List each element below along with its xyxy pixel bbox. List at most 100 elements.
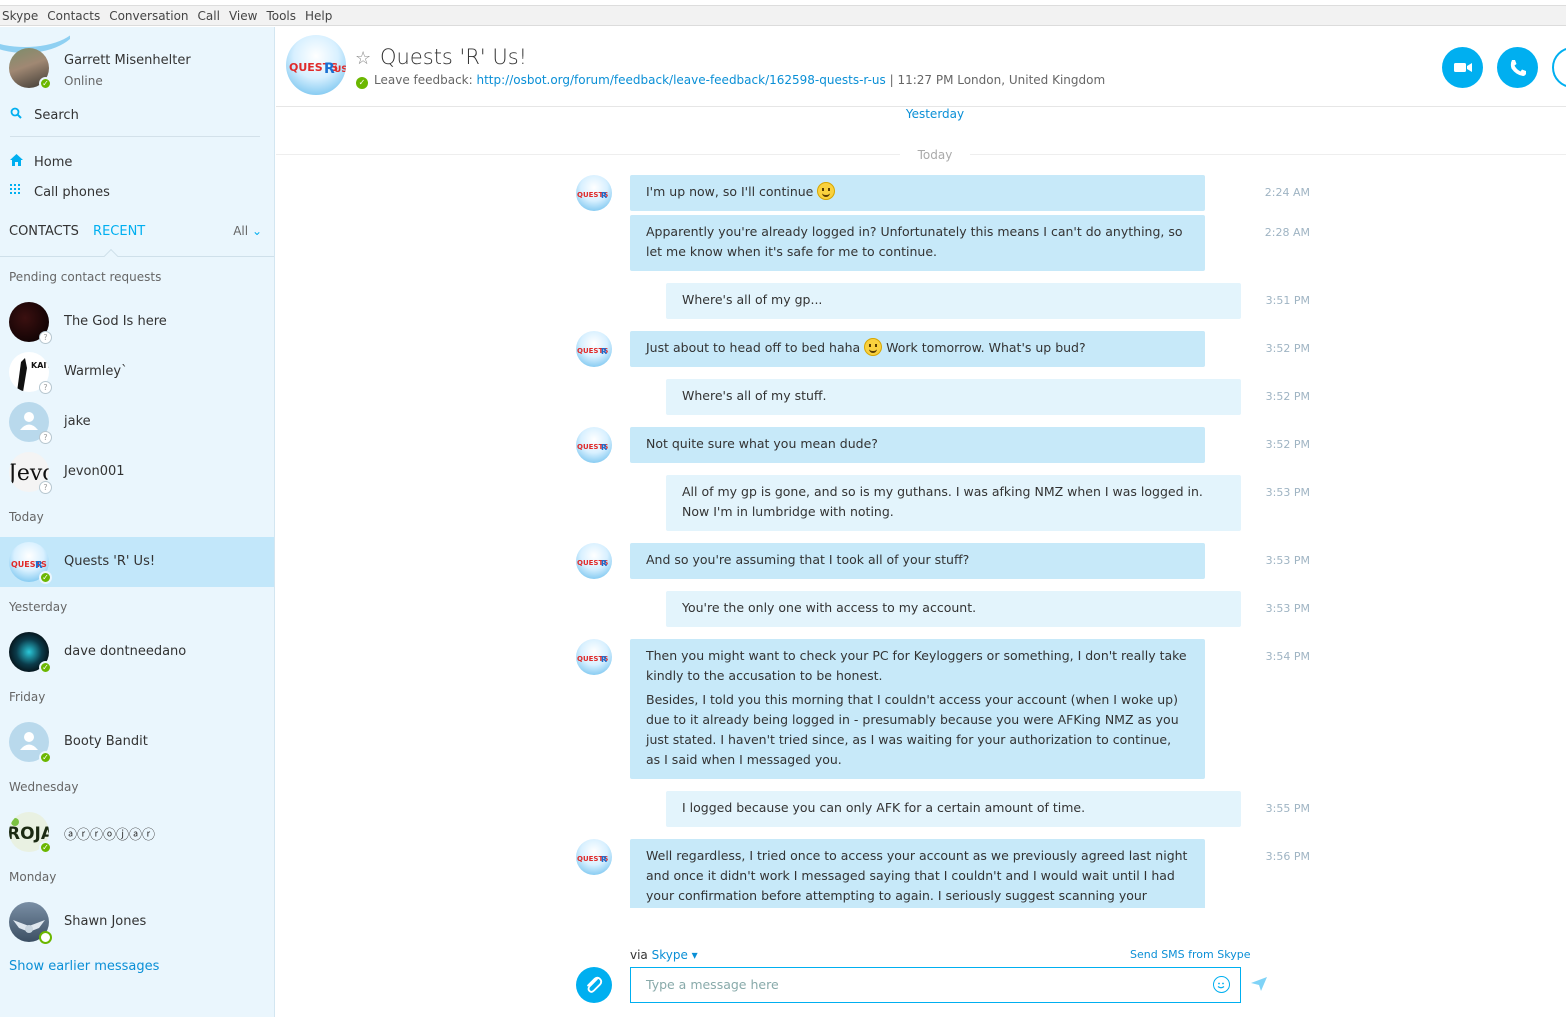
menu-help[interactable]: Help [303, 6, 339, 25]
contact-avatar: ✓ [9, 632, 52, 674]
message-bubble[interactable]: Just about to head off to bed haha Work … [630, 331, 1205, 367]
message-time: 3:52 PM [1265, 342, 1310, 355]
attach-button[interactable] [576, 967, 612, 1003]
mood-message: ✓ Leave feedback: http://osbot.org/forum/… [356, 73, 1105, 89]
message-text: Well regardless, I tried once to access … [646, 848, 1188, 915]
profile[interactable]: ✓ Garrett Misenhelter Online [9, 48, 269, 92]
favorite-star-icon[interactable]: ☆ [355, 48, 371, 69]
chevron-down-icon: ▾ [687, 948, 698, 962]
tab-recent[interactable]: RECENT [93, 224, 145, 239]
message-bubble[interactable]: Then you might want to check your PC for… [630, 639, 1205, 779]
menu-tools[interactable]: Tools [264, 6, 303, 25]
message-bubble-own[interactable]: Where's all of my gp... [666, 283, 1241, 319]
message-bubble-own[interactable]: You're the only one with access to my ac… [666, 591, 1241, 627]
message-avatar[interactable]: QUESTS R [576, 427, 612, 463]
emoticon-picker-icon[interactable] [1213, 976, 1230, 993]
section-yesterday: Yesterday [9, 600, 68, 614]
add-participant-button[interactable] [1552, 47, 1566, 88]
send-sms-link[interactable]: Send SMS from Skype [1130, 948, 1250, 961]
conversation-avatar[interactable]: QUESTS R US [286, 35, 346, 95]
contact-name: The God Is here [64, 314, 167, 329]
message-avatar[interactable]: QUESTS R [576, 639, 612, 675]
conversation-title: Quests 'R' Us! [380, 45, 528, 69]
message-time: 3:53 PM [1265, 554, 1310, 567]
date-separator-yesterday[interactable]: Yesterday [880, 107, 990, 121]
menu-conversation[interactable]: Conversation [107, 6, 195, 25]
contact-avatar: ROJA ✓ [9, 812, 52, 854]
tab-contacts[interactable]: CONTACTS [9, 224, 79, 239]
svg-text:R: R [601, 655, 607, 664]
message-bubble-own[interactable]: Where's all of my stuff. [666, 379, 1241, 415]
contact-name: jake [64, 414, 91, 429]
chevron-down-icon: ⌄ [251, 224, 262, 238]
message-bubble-own[interactable]: I logged because you can only AFK for a … [666, 791, 1241, 827]
contact-item[interactable]: KAITO? Warmley` [0, 347, 274, 397]
message-text: You're the only one with access to my ac… [682, 600, 977, 615]
profile-avatar[interactable]: ✓ [9, 48, 52, 90]
message-bubble[interactable]: I'm up now, so I'll continue [630, 175, 1205, 211]
menu-call[interactable]: Call [196, 6, 227, 25]
feedback-link[interactable]: http://osbot.org/forum/feedback/leave-fe… [477, 73, 886, 87]
profile-status[interactable]: Online [64, 74, 103, 88]
contact-item[interactable]: ✓ Booty Bandit [0, 717, 274, 767]
add-person-icon [1563, 60, 1566, 78]
svg-text:R: R [601, 855, 607, 864]
message-input[interactable]: Type a message here [630, 967, 1241, 1003]
contact-item[interactable]: ? jake [0, 397, 274, 447]
section-wednesday: Wednesday [9, 780, 79, 794]
message-bubble[interactable]: Not quite sure what you mean dude? [630, 427, 1205, 463]
contact-item[interactable]: ✓ dave dontneedano [0, 627, 274, 677]
message-bubble[interactable]: And so you're assuming that I took all o… [630, 543, 1205, 579]
message-text: I logged because you can only AFK for a … [682, 800, 1086, 815]
contact-name: Shawn Jones [64, 914, 147, 929]
message-avatar[interactable]: QUESTS R [576, 331, 612, 367]
contact-avatar: ✓ [9, 722, 52, 764]
message-avatar[interactable]: QUESTS R [576, 543, 612, 579]
message-avatar[interactable]: QUESTS R [576, 175, 612, 211]
filter-dropdown[interactable]: All ⌄ [233, 224, 262, 238]
contact-item[interactable]: Jevon? Jevon001 [0, 447, 274, 497]
smiley-emoticon-icon [817, 182, 836, 200]
contact-item[interactable]: ? The God Is here [0, 297, 274, 347]
nav-call-phones[interactable]: Call phones [10, 184, 110, 200]
message-bubble-own[interactable]: All of my gp is gone, and so is my gutha… [666, 475, 1241, 531]
audio-call-button[interactable] [1497, 47, 1538, 88]
contact-name: Quests 'R' Us! [64, 554, 156, 569]
nav-home[interactable]: Home [10, 154, 72, 170]
tab-indicator [103, 248, 119, 264]
menu-view[interactable]: View [227, 6, 264, 25]
message-avatar[interactable]: QUESTS R [576, 839, 612, 875]
menu-skype[interactable]: Skype [0, 6, 45, 25]
contact-item-selected[interactable]: QUESTS R ✓ Quests 'R' Us! [0, 537, 274, 587]
svg-text:R: R [601, 347, 607, 356]
search-box[interactable]: Search [10, 107, 260, 137]
message-text: Where's all of my gp... [682, 292, 823, 307]
svg-text:R: R [35, 560, 43, 571]
via-prefix: via [630, 948, 652, 962]
mood-prefix: Leave feedback: [374, 73, 477, 87]
message-text: Just about to head off to bed haha [646, 340, 865, 355]
message-bubble[interactable]: Well regardless, I tried once to access … [630, 839, 1205, 915]
search-label: Search [34, 108, 79, 123]
message-text-after: Work tomorrow. What's up bud? [882, 340, 1086, 355]
message-time: 3:53 PM [1265, 602, 1310, 615]
svg-text:US: US [334, 65, 346, 75]
contact-avatar: ? [9, 302, 52, 344]
message-list-fade [630, 908, 1250, 938]
message-bubble[interactable]: Apparently you're already logged in? Unf… [630, 215, 1205, 271]
show-earlier-link[interactable]: Show earlier messages [9, 959, 159, 974]
video-call-button[interactable] [1442, 47, 1483, 88]
send-icon[interactable] [1250, 976, 1268, 996]
video-camera-icon [1453, 63, 1472, 72]
message-time: 3:52 PM [1265, 438, 1310, 451]
message-text: All of my gp is gone, and so is my gutha… [682, 484, 1203, 519]
menu-contacts[interactable]: Contacts [45, 6, 107, 25]
contact-item[interactable]: Shawn Jones [0, 897, 274, 947]
nav-home-label: Home [34, 155, 73, 170]
contact-avatar: ? [9, 402, 52, 444]
message-time: 3:51 PM [1265, 294, 1310, 307]
via-service-name: Skype [651, 948, 688, 962]
contact-avatar [9, 902, 52, 944]
contact-item[interactable]: ROJA ✓ ⓐⓡⓡⓞⓙⓐⓡ [0, 807, 274, 857]
via-service[interactable]: via Skype ▾ [630, 948, 698, 962]
